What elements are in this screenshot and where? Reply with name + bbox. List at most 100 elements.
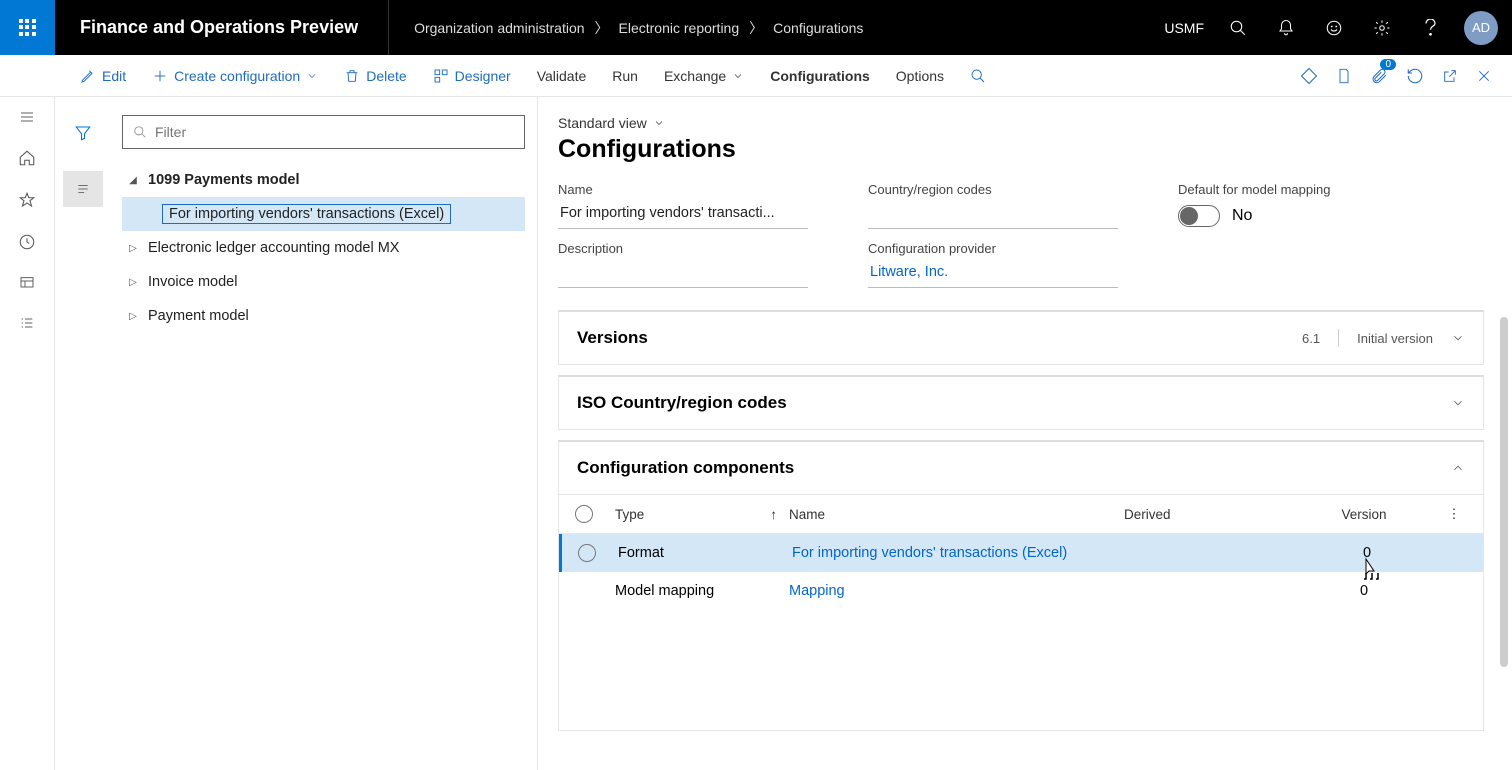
breadcrumb: Organization administration 〉 Electronic… xyxy=(388,0,863,55)
caret-right-icon: ▷ xyxy=(128,243,138,254)
star-icon[interactable] xyxy=(18,191,36,209)
filter-field[interactable] xyxy=(155,124,514,140)
edit-label: Edit xyxy=(102,68,126,84)
select-all-checkbox[interactable] xyxy=(575,505,593,523)
view-selector[interactable]: Standard view xyxy=(558,115,1484,131)
create-label: Create configuration xyxy=(174,68,300,84)
page-title: Configurations xyxy=(558,135,1484,164)
app-title: Finance and Operations Preview xyxy=(55,17,388,38)
chevron-down-icon xyxy=(653,117,665,129)
column-header-derived[interactable]: Derived xyxy=(1124,507,1294,522)
app-launcher[interactable] xyxy=(0,0,55,55)
field-label: Default for model mapping xyxy=(1178,182,1438,197)
search-icon[interactable] xyxy=(1224,14,1252,42)
modules-icon[interactable] xyxy=(18,315,36,331)
row-name-link[interactable]: For importing vendors' transactions (Exc… xyxy=(792,545,1127,561)
attachments-button[interactable]: 0 xyxy=(1370,67,1388,85)
company-code[interactable]: USMF xyxy=(1164,20,1204,36)
attachments-badge: 0 xyxy=(1380,59,1396,70)
search-icon xyxy=(970,68,986,84)
filter-input[interactable] xyxy=(122,115,525,149)
provider-link[interactable]: Litware, Inc. xyxy=(868,256,1118,288)
row-name-link[interactable]: Mapping xyxy=(789,583,1124,599)
chevron-right-icon: 〉 xyxy=(749,18,763,38)
caret-right-icon: ▷ xyxy=(128,311,138,322)
help-icon[interactable] xyxy=(1416,14,1444,42)
more-columns-icon[interactable]: ⋮ xyxy=(1434,506,1474,522)
table-row[interactable]: Model mapping Mapping 0 xyxy=(559,572,1483,610)
components-section-header[interactable]: Configuration components xyxy=(559,442,1483,494)
row-checkbox[interactable] xyxy=(578,544,596,562)
chevron-up-icon xyxy=(1451,461,1465,475)
run-button[interactable]: Run xyxy=(599,55,651,97)
tree-item[interactable]: ▷ Electronic ledger accounting model MX xyxy=(122,231,525,265)
configurations-tab[interactable]: Configurations xyxy=(757,55,883,97)
row-version: 0 xyxy=(1294,583,1434,599)
caret-down-icon: ◢ xyxy=(128,175,138,186)
breadcrumb-item[interactable]: Configurations xyxy=(773,20,863,36)
name-field[interactable]: For importing vendors' transacti... xyxy=(558,197,808,229)
default-mapping-toggle[interactable] xyxy=(1178,205,1220,227)
refresh-icon[interactable] xyxy=(1406,67,1424,85)
left-icon-rail xyxy=(0,97,55,770)
table-row[interactable]: Format For importing vendors' transactio… xyxy=(559,534,1483,572)
field-label: Description xyxy=(558,241,808,256)
close-icon[interactable] xyxy=(1476,68,1492,84)
diamond-icon[interactable] xyxy=(1300,67,1318,85)
sort-asc-icon: ↑ xyxy=(770,507,777,522)
tree-item[interactable]: ▷ Payment model xyxy=(122,299,525,333)
recent-icon[interactable] xyxy=(18,233,36,251)
popout-icon[interactable] xyxy=(1442,68,1458,84)
breadcrumb-item[interactable]: Electronic reporting xyxy=(619,20,740,36)
description-field[interactable] xyxy=(558,256,808,288)
exchange-button[interactable]: Exchange xyxy=(651,55,757,97)
chevron-down-icon xyxy=(732,70,744,82)
column-header-version[interactable]: Version xyxy=(1294,507,1434,522)
toggle-value: No xyxy=(1232,207,1252,225)
tree-item-label: Invoice model xyxy=(148,274,237,290)
tree-item-selected[interactable]: For importing vendors' transactions (Exc… xyxy=(122,197,525,231)
delete-button[interactable]: Delete xyxy=(331,55,419,97)
versions-number: 6.1 xyxy=(1302,331,1320,346)
scrollbar[interactable] xyxy=(1500,317,1508,667)
validate-button[interactable]: Validate xyxy=(524,55,600,97)
home-icon[interactable] xyxy=(18,149,36,167)
options-button[interactable]: Options xyxy=(883,55,957,97)
row-type: Model mapping xyxy=(609,583,789,599)
avatar[interactable]: AD xyxy=(1464,11,1498,45)
page-icon[interactable] xyxy=(1336,67,1352,85)
smile-icon[interactable] xyxy=(1320,14,1348,42)
tree-item[interactable]: ▷ Invoice model xyxy=(122,265,525,299)
bell-icon[interactable] xyxy=(1272,14,1300,42)
gear-icon[interactable] xyxy=(1368,14,1396,42)
hamburger-icon[interactable] xyxy=(18,109,36,125)
chevron-down-icon xyxy=(306,70,318,82)
column-header-name[interactable]: Name xyxy=(789,507,1124,522)
cursor-icon xyxy=(1358,557,1382,583)
versions-status: Initial version xyxy=(1357,331,1433,346)
funnel-icon[interactable] xyxy=(63,115,103,151)
delete-label: Delete xyxy=(366,68,406,84)
edit-button[interactable]: Edit xyxy=(67,55,139,97)
designer-button[interactable]: Designer xyxy=(420,55,524,97)
workspace-icon[interactable] xyxy=(18,275,36,291)
country-field[interactable] xyxy=(868,197,1118,229)
field-label: Name xyxy=(558,182,808,197)
breadcrumb-item[interactable]: Organization administration xyxy=(414,20,584,36)
field-label: Country/region codes xyxy=(868,182,1118,197)
column-header-type[interactable]: Type ↑ xyxy=(609,507,789,522)
field-label: Configuration provider xyxy=(868,241,1118,256)
list-icon[interactable] xyxy=(63,171,103,207)
create-configuration-button[interactable]: Create configuration xyxy=(139,55,331,97)
chevron-down-icon xyxy=(1451,396,1465,410)
tree-root-label: 1099 Payments model xyxy=(148,172,300,188)
tree-item-label: Payment model xyxy=(148,308,249,324)
tree-root[interactable]: ◢ 1099 Payments model xyxy=(122,163,525,197)
versions-section-header[interactable]: Versions 6.1 Initial version xyxy=(559,312,1483,364)
iso-section-header[interactable]: ISO Country/region codes xyxy=(559,377,1483,429)
designer-label: Designer xyxy=(455,68,511,84)
filter-rail xyxy=(55,97,110,770)
find-button[interactable] xyxy=(957,55,999,97)
waffle-icon xyxy=(19,19,37,37)
chevron-right-icon: 〉 xyxy=(595,18,609,38)
